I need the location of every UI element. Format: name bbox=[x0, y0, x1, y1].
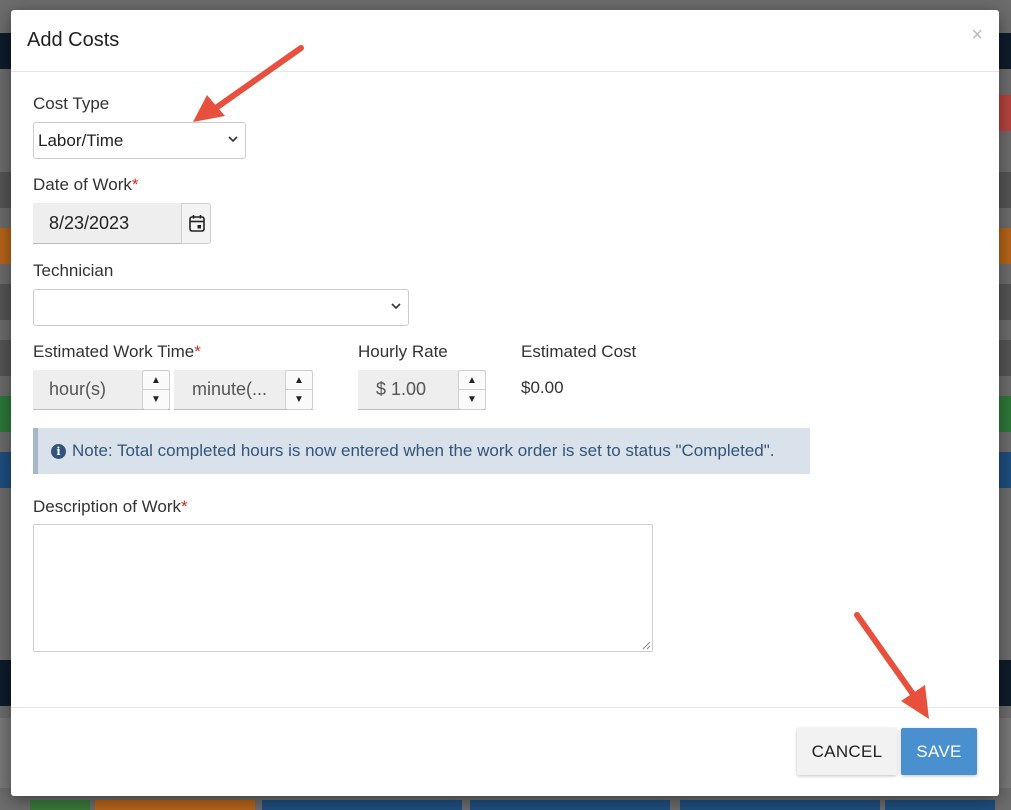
bg-strip bbox=[30, 800, 90, 810]
bg-strip bbox=[0, 33, 11, 69]
cost-type-select[interactable]: Labor/Time bbox=[33, 122, 246, 159]
bg-strip bbox=[999, 228, 1011, 264]
bg-strip bbox=[470, 800, 670, 810]
bg-strip bbox=[999, 95, 1011, 131]
bg-strip bbox=[999, 33, 1011, 69]
bg-strip bbox=[999, 396, 1011, 432]
bg-strip bbox=[0, 228, 11, 264]
info-icon: i bbox=[51, 444, 66, 459]
estimated-work-time-label: Estimated Work Time* bbox=[33, 342, 201, 362]
save-button[interactable]: SAVE bbox=[901, 728, 977, 775]
description-label: Description of Work* bbox=[33, 497, 188, 517]
bg-strip bbox=[999, 452, 1011, 488]
increment-icon[interactable]: ▲ bbox=[459, 371, 485, 390]
modal-header: Add Costs × bbox=[11, 10, 999, 72]
minutes-placeholder: minute(... bbox=[192, 379, 268, 399]
hours-stepper-buttons: ▲ ▼ bbox=[142, 370, 170, 410]
bg-strip bbox=[0, 452, 11, 488]
required-mark: * bbox=[181, 497, 188, 516]
increment-icon[interactable]: ▲ bbox=[143, 371, 169, 390]
technician-select[interactable] bbox=[33, 289, 409, 326]
bg-strip bbox=[999, 660, 1011, 706]
increment-icon[interactable]: ▲ bbox=[286, 371, 312, 390]
hours-placeholder: hour(s) bbox=[49, 379, 107, 399]
required-mark: * bbox=[131, 175, 139, 194]
description-label-text: Description of Work bbox=[33, 497, 182, 516]
cancel-button[interactable]: CANCEL bbox=[797, 728, 897, 775]
bg-strip bbox=[680, 800, 880, 810]
info-note-text: Note: Total completed hours is now enter… bbox=[72, 441, 775, 460]
estimated-cost-label: Estimated Cost bbox=[521, 342, 637, 361]
chevron-down-icon bbox=[391, 303, 401, 310]
bg-strip bbox=[999, 718, 1011, 788]
calendar-icon bbox=[189, 215, 205, 232]
bg-strip bbox=[999, 340, 1011, 376]
decrement-icon[interactable]: ▼ bbox=[459, 390, 485, 409]
technician-label: Technician bbox=[33, 261, 114, 280]
add-costs-modal: Add Costs × Cost Type Labor/Time Date of… bbox=[11, 10, 999, 796]
hourly-rate-value: $ 1.00 bbox=[376, 379, 427, 399]
bg-strip bbox=[999, 284, 1011, 320]
estimated-cost-value: $0.00 bbox=[521, 378, 564, 397]
date-picker: 8/23/2023 bbox=[33, 203, 211, 244]
date-of-work-label-text: Date of Work bbox=[33, 175, 132, 194]
date-of-work-input[interactable]: 8/23/2023 bbox=[33, 203, 181, 244]
minutes-stepper-buttons: ▲ ▼ bbox=[285, 370, 313, 410]
resize-grip-icon[interactable] bbox=[642, 641, 651, 650]
hourly-rate-stepper-buttons: ▲ ▼ bbox=[458, 370, 486, 410]
bg-strip bbox=[999, 172, 1011, 208]
description-textarea[interactable] bbox=[33, 524, 653, 652]
decrement-icon[interactable]: ▼ bbox=[286, 390, 312, 409]
hourly-rate-label: Hourly Rate bbox=[358, 342, 448, 361]
calendar-button[interactable] bbox=[181, 203, 211, 244]
modal-footer bbox=[11, 707, 999, 708]
cost-type-value: Labor/Time bbox=[38, 131, 124, 150]
bg-strip bbox=[0, 660, 11, 706]
hourly-rate-stepper[interactable]: $ 1.00 ▲ ▼ bbox=[358, 370, 486, 410]
bg-strip bbox=[0, 396, 11, 432]
close-icon[interactable]: × bbox=[971, 24, 983, 47]
decrement-icon[interactable]: ▼ bbox=[143, 390, 169, 409]
hours-stepper[interactable]: hour(s) ▲ ▼ bbox=[33, 370, 170, 410]
bg-strip bbox=[262, 800, 462, 810]
info-note: i Note: Total completed hours is now ente… bbox=[33, 428, 810, 474]
bg-strip bbox=[885, 800, 995, 810]
estimated-work-time-label-text: Estimated Work Time bbox=[33, 342, 195, 361]
modal-title: Add Costs bbox=[27, 29, 120, 51]
required-mark: * bbox=[194, 342, 201, 361]
bg-strip bbox=[0, 340, 11, 376]
chevron-down-icon bbox=[228, 136, 238, 143]
minutes-stepper[interactable]: minute(... ▲ ▼ bbox=[174, 370, 313, 410]
cost-type-label: Cost Type bbox=[33, 94, 110, 113]
bg-strip bbox=[95, 800, 255, 810]
date-of-work-label: Date of Work* bbox=[33, 175, 139, 195]
bg-strip bbox=[0, 718, 11, 788]
bg-strip bbox=[0, 284, 11, 320]
bg-strip bbox=[0, 172, 11, 208]
